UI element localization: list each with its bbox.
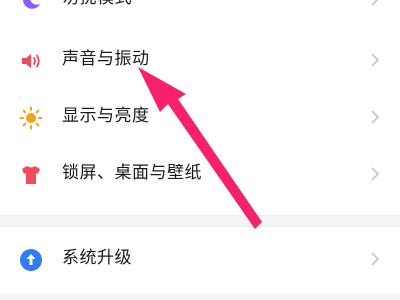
settings-item-do-not-disturb[interactable]: 勿扰模式 (0, 0, 400, 26)
settings-item-label: 勿扰模式 (62, 0, 132, 26)
chevron-right-icon (370, 109, 380, 124)
tshirt-icon (19, 163, 43, 187)
settings-list: 勿扰模式 声音与振动 (0, 0, 400, 300)
upload-arrow-icon (19, 248, 43, 272)
settings-item-label: 系统升级 (62, 248, 132, 268)
chevron-right-icon (370, 52, 380, 67)
settings-item-sound-vibration[interactable]: 声音与振动 (0, 31, 400, 87)
settings-item-system-update[interactable]: 系统升级 (0, 230, 400, 286)
chevron-right-icon (370, 251, 380, 266)
bottom-divider (0, 294, 400, 300)
settings-item-label: 声音与振动 (62, 49, 150, 69)
settings-item-label: 锁屏、桌面与壁纸 (62, 163, 202, 183)
settings-item-lockscreen-wallpaper[interactable]: 锁屏、桌面与壁纸 (0, 145, 400, 201)
chevron-right-icon (370, 0, 380, 6)
moon-icon (19, 0, 43, 12)
settings-item-display-brightness[interactable]: 显示与亮度 (0, 88, 400, 144)
chevron-right-icon (370, 166, 380, 181)
settings-item-label: 显示与亮度 (62, 106, 150, 126)
sun-icon (19, 106, 43, 130)
section-divider (0, 215, 400, 227)
speaker-icon (19, 49, 43, 73)
